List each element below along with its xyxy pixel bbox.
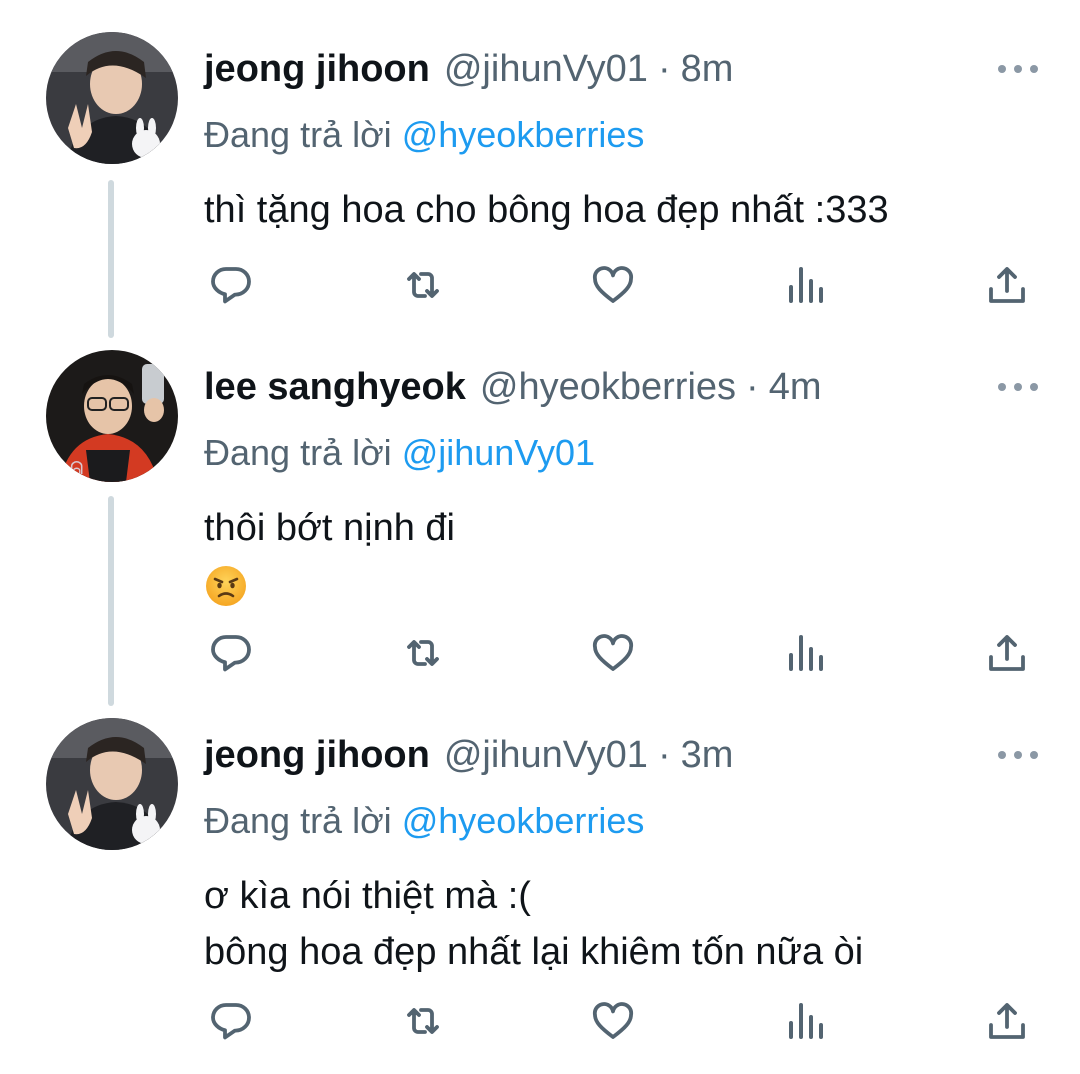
display-name[interactable]: lee sanghyeok	[204, 366, 466, 409]
like-button[interactable]	[588, 628, 638, 678]
avatar-image: ᕱ	[46, 350, 178, 482]
share-upload-icon	[989, 1003, 1025, 1039]
avatar-jeong-jihoon[interactable]	[46, 718, 178, 850]
tweet-text: thì tặng hoa cho bông hoa đẹp nhất :333	[204, 182, 889, 238]
timestamp[interactable]: 8m	[681, 48, 734, 91]
display-name[interactable]: jeong jihoon	[204, 734, 430, 777]
avatar-image	[46, 718, 178, 850]
reply-bubble-icon	[211, 635, 251, 672]
retweet-icon	[407, 640, 439, 666]
tweet-header: lee sanghyeok @hyeokberries · 4m	[204, 362, 822, 412]
emoji-line	[204, 556, 455, 612]
retweet-button[interactable]	[398, 996, 448, 1046]
like-button[interactable]	[588, 260, 638, 310]
replying-to: Đang trả lời @jihunVy01	[204, 432, 595, 474]
views-bars-icon	[789, 635, 823, 671]
replying-prefix: Đang trả lời	[204, 114, 392, 155]
views-button[interactable]	[780, 996, 830, 1046]
tweet-header: jeong jihoon @jihunVy01 · 8m	[204, 44, 733, 94]
avatar-jeong-jihoon[interactable]	[46, 32, 178, 164]
tweet-text: ơ kìa nói thiệt mà :( bông hoa đẹp nhất …	[204, 868, 863, 980]
heart-icon	[592, 634, 634, 671]
user-handle[interactable]: @jihunVy01	[444, 734, 648, 777]
replying-prefix: Đang trả lời	[204, 800, 392, 841]
display-name[interactable]: jeong jihoon	[204, 48, 430, 91]
timestamp[interactable]: 3m	[681, 734, 734, 777]
separator-dot: ·	[657, 47, 671, 90]
avatar-lee-sanghyeok[interactable]: ᕱ	[46, 350, 178, 482]
action-bar	[0, 260, 1080, 310]
share-button[interactable]	[982, 628, 1032, 678]
user-handle[interactable]: @jihunVy01	[444, 48, 648, 91]
like-button[interactable]	[588, 996, 638, 1046]
separator-dot: ·	[746, 365, 759, 408]
views-button[interactable]	[780, 260, 830, 310]
more-dots-icon[interactable]	[998, 748, 1038, 762]
reply-button[interactable]	[206, 260, 256, 310]
retweet-icon	[407, 1008, 439, 1034]
retweet-button[interactable]	[398, 260, 448, 310]
tweet-3[interactable]: jeong jihoon @jihunVy01 · 3m Đang trả lờ…	[0, 718, 1080, 1058]
retweet-button[interactable]	[398, 628, 448, 678]
tweet-text-line: thì tặng hoa cho bông hoa đẹp nhất :333	[204, 189, 889, 231]
reply-bubble-icon	[211, 1003, 251, 1040]
tweet-2[interactable]: ᕱ lee sanghyeok @hyeokberries · 4m Đang …	[0, 350, 1080, 706]
share-button[interactable]	[982, 260, 1032, 310]
share-button[interactable]	[982, 996, 1032, 1046]
replying-to: Đang trả lời @hyeokberries	[204, 114, 644, 156]
mention-link[interactable]: @hyeokberries	[402, 800, 645, 841]
action-bar	[0, 628, 1080, 678]
reply-button[interactable]	[206, 996, 256, 1046]
replying-to: Đang trả lời @hyeokberries	[204, 800, 644, 842]
more-dots-icon[interactable]	[998, 62, 1038, 76]
views-button[interactable]	[780, 628, 830, 678]
mention-link[interactable]: @hyeokberries	[402, 114, 645, 155]
heart-icon	[592, 266, 634, 303]
views-bars-icon	[789, 267, 823, 303]
more-dots-icon[interactable]	[998, 380, 1038, 394]
timestamp[interactable]: 4m	[769, 366, 822, 409]
reply-button[interactable]	[206, 628, 256, 678]
tweet-text-line: bông hoa đẹp nhất lại khiêm tốn nữa òi	[204, 931, 864, 973]
angry-face-icon	[206, 565, 246, 606]
separator-dot: ·	[657, 733, 671, 776]
thread-line	[108, 180, 114, 338]
tweet-text: thôi bớt nịnh đi	[204, 500, 455, 612]
tweet-text-line: thôi bớt nịnh đi	[204, 507, 455, 549]
tweet-text-line: ơ kìa nói thiệt mà :(	[204, 875, 531, 917]
tweet-header: jeong jihoon @jihunVy01 · 3m	[204, 730, 733, 780]
action-bar	[0, 996, 1080, 1046]
replying-prefix: Đang trả lời	[204, 432, 392, 473]
avatar-image	[46, 32, 178, 164]
mention-link[interactable]: @jihunVy01	[402, 432, 595, 473]
share-upload-icon	[989, 267, 1025, 303]
share-upload-icon	[989, 635, 1025, 671]
svg-text:ᕱ: ᕱ	[70, 458, 83, 479]
user-handle[interactable]: @hyeokberries	[480, 366, 736, 409]
tweet-1[interactable]: jeong jihoon @jihunVy01 · 8m Đang trả lờ…	[0, 32, 1080, 338]
heart-icon	[592, 1002, 634, 1039]
views-bars-icon	[789, 1003, 823, 1039]
reply-bubble-icon	[211, 267, 251, 304]
retweet-icon	[407, 272, 439, 298]
